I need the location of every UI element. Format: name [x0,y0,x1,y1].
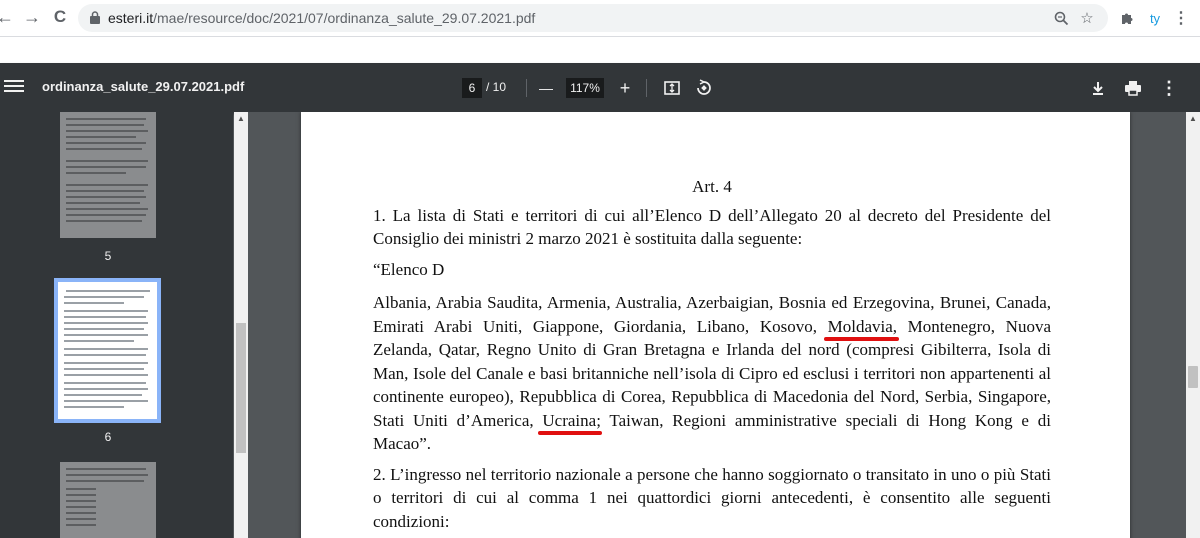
url-host: esteri.it [108,10,154,26]
toolbar-divider [526,79,527,97]
zoom-level-input[interactable]: 117% [566,78,604,98]
print-icon [1125,81,1141,96]
toolbar-divider [646,79,647,97]
paragraph-1: 1. La lista di Stati e territori di cui … [373,205,1051,249]
fit-to-page-button[interactable] [660,76,684,100]
browser-toolbar: ← → C esteri.it/mae/resource/doc/2021/07… [0,0,1200,37]
rotate-button[interactable] [692,76,716,100]
back-button[interactable]: ← [0,6,16,28]
rotate-icon [697,79,711,95]
zoom-in-button[interactable]: + [613,76,637,100]
viewer-scroll-thumb[interactable] [1188,366,1198,388]
scroll-up-arrow-icon[interactable]: ▲ [234,112,248,126]
red-underline [538,430,603,435]
page-thumbnail[interactable] [60,112,156,238]
scroll-up-arrow-icon[interactable]: ▲ [1186,112,1200,126]
thumbnail-label: 6 [104,430,112,444]
pdf-page: Art. 4 1. La lista di Stati e territori … [301,112,1130,538]
zoom-indicator-icon[interactable] [1052,9,1070,27]
moldavia-text: Moldavia [827,316,893,336]
minus-icon: — [539,80,553,96]
bookmark-star-icon[interactable]: ☆ [1078,9,1096,27]
article-heading: Art. 4 [692,177,732,196]
download-button[interactable] [1086,76,1110,100]
reload-button[interactable]: C [49,6,71,28]
download-icon [1093,82,1103,95]
lock-icon [90,11,100,24]
page-text: Art. 4 1. La lista di Stati e territori … [373,175,1051,533]
page-thumbnail-selected[interactable] [54,278,161,423]
forward-button[interactable]: → [21,6,43,28]
address-bar[interactable]: esteri.it/mae/resource/doc/2021/07/ordin… [78,4,1108,32]
back-arrow-icon: ← [0,6,14,27]
print-button[interactable] [1121,76,1145,100]
ucraina-text: Ucraina [542,410,597,430]
pdf-toolbar: ordinanza_salute_29.07.2021.pdf 6 / 10 —… [0,63,1200,112]
highlight-moldavia: Moldavia [823,316,899,341]
fit-page-icon [664,81,680,95]
sidebar-scroll-thumb[interactable] [236,323,246,453]
extensions-puzzle-icon[interactable] [1116,7,1138,29]
more-menu-icon[interactable]: ⋮ [1170,7,1192,29]
thumbnail-sidebar: 5 6 [0,112,233,538]
pdf-viewer[interactable]: Art. 4 1. La lista di Stati e territori … [248,112,1186,538]
plus-icon: + [619,77,631,98]
url-path: /mae/resource/doc/2021/07/ordinanza_salu… [153,10,536,26]
red-underline [823,336,899,341]
page-thumbnail[interactable] [60,462,156,538]
reload-icon: C [53,7,67,26]
extension-icon[interactable]: ty [1144,7,1166,29]
elenco-heading: “Elenco D [373,259,445,279]
paragraph-2: 2. L’ingresso nel territorio nazionale a… [373,464,1051,531]
browser-spacer [0,37,1200,63]
viewer-scrollbar[interactable] [1186,112,1200,538]
page-number-input[interactable]: 6 [462,78,482,98]
thumbnail-label: 5 [104,249,112,263]
pdf-filename: ordinanza_salute_29.07.2021.pdf [42,79,245,94]
sidebar-menu-icon[interactable] [4,77,24,97]
more-actions-icon[interactable]: ⋮ [1157,76,1181,100]
url-text[interactable]: esteri.it/mae/resource/doc/2021/07/ordin… [108,10,535,26]
forward-arrow-icon: → [23,6,41,27]
zoom-out-button[interactable]: — [534,76,558,100]
country-list: Albania, Arabia Saudita, Armenia, Austra… [373,291,1051,456]
highlight-ucraina: Ucraina [538,410,603,435]
page-total: / 10 [486,80,507,94]
